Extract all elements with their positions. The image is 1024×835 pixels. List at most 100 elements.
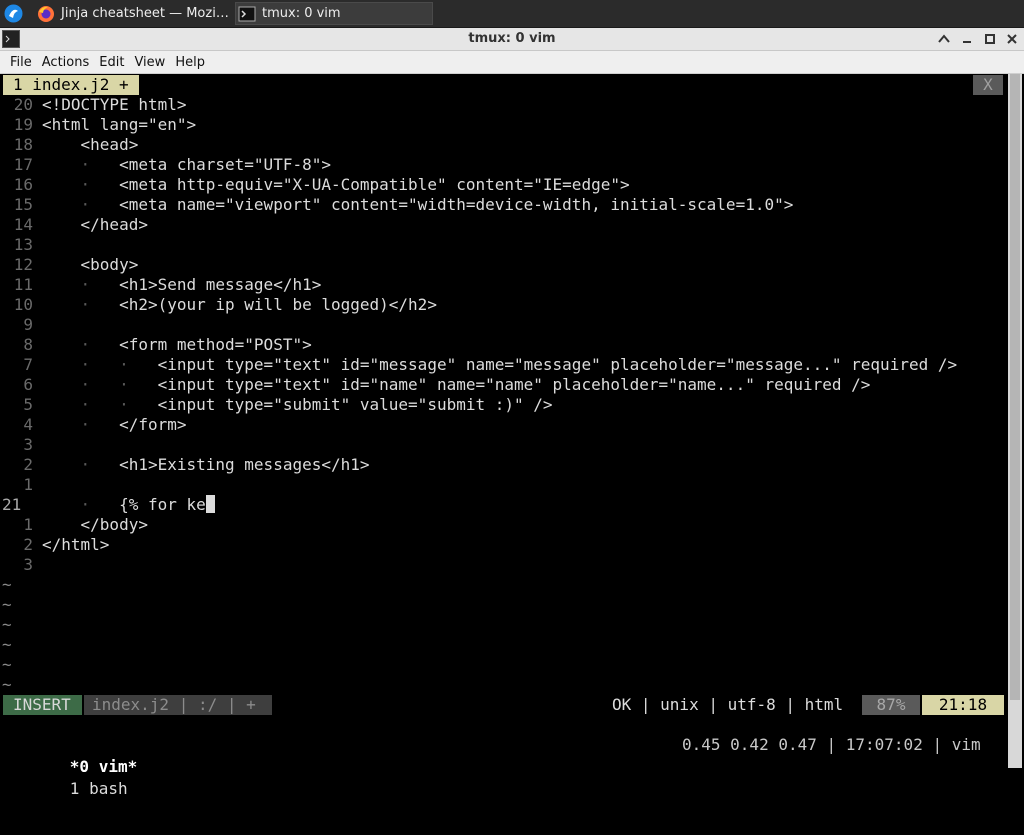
empty-buffer-line: ~ — [0, 635, 1008, 655]
code-line[interactable]: 16 · <meta http-equiv="X-UA-Compatible" … — [0, 175, 1008, 195]
terminal[interactable]: 1 index.j2 + X 20 <!DOCTYPE html> 19 <html … — [0, 74, 1024, 798]
line-content: </form> — [119, 415, 187, 434]
vim-file-info: index.j2 | :/ | + — [84, 695, 272, 715]
indent-guide: · — [42, 175, 120, 194]
line-content: <meta name="viewport" content="width=dev… — [119, 195, 794, 214]
indent-guide: · — [42, 295, 120, 314]
terminal-icon — [238, 5, 256, 23]
indent-guide: · · — [42, 375, 158, 394]
menu-help[interactable]: Help — [165, 55, 205, 70]
keep-above-button[interactable] — [935, 30, 953, 48]
line-number: 3 — [23, 555, 33, 574]
code-line[interactable]: 17 · <meta charset="UTF-8"> — [0, 155, 1008, 175]
line-content: <input type="text" id="message" name="me… — [157, 355, 958, 374]
line-number: 9 — [23, 315, 33, 334]
menu-view[interactable]: View — [124, 55, 165, 70]
line-number: 2 — [23, 535, 33, 554]
code-line[interactable]: 6 · · <input type="text" id="name" name=… — [0, 375, 1008, 395]
close-button[interactable] — [1003, 30, 1021, 48]
line-text: <head> — [42, 135, 139, 155]
code-line[interactable]: 2 </html> — [0, 535, 1008, 555]
empty-buffer-line: ~ — [0, 575, 1008, 595]
code-line[interactable]: 1 — [0, 475, 1008, 495]
window-title: tmux: 0 vim — [468, 31, 556, 46]
line-number: 11 — [13, 275, 33, 294]
tilde-marker: ~ — [2, 595, 12, 614]
code-line[interactable]: 2 · <h1>Existing messages</h1> — [0, 455, 1008, 475]
line-content: <meta charset="UTF-8"> — [119, 155, 331, 174]
code-line[interactable]: 12 <body> — [0, 255, 1008, 275]
code-line[interactable]: 4 · </form> — [0, 415, 1008, 435]
line-content: <input type="submit" value="submit :)" /… — [157, 395, 553, 414]
code-line[interactable]: 3 — [0, 555, 1008, 575]
code-line[interactable]: 21 · {% for ke — [0, 495, 1008, 515]
code-line[interactable]: 7 · · <input type="text" id="message" na… — [0, 355, 1008, 375]
vim-mode-indicator: INSERT — [3, 695, 82, 715]
line-text: · <meta http-equiv="X-UA-Compatible" con… — [42, 175, 630, 195]
code-line[interactable]: 14 </head> — [0, 215, 1008, 235]
code-line[interactable]: 8 · <form method="POST"> — [0, 335, 1008, 355]
line-content: <body> — [80, 255, 139, 274]
line-text: <!DOCTYPE html> — [42, 95, 187, 115]
code-line[interactable]: 20 <!DOCTYPE html> — [0, 95, 1008, 115]
firefox-icon — [37, 5, 55, 23]
indent-guide — [42, 255, 81, 274]
menu-actions[interactable]: Actions — [32, 55, 90, 70]
code-line[interactable]: 19 <html lang="en"> — [0, 115, 1008, 135]
code-line[interactable]: 3 — [0, 435, 1008, 455]
vim-buffer[interactable]: 20 <!DOCTYPE html> 19 <html lang="en"> 18 <h… — [0, 95, 1008, 695]
tilde-marker: ~ — [2, 675, 12, 694]
code-line[interactable]: 18 <head> — [0, 135, 1008, 155]
line-content: <html lang="en"> — [42, 115, 197, 134]
line-text: · <h1>Send message</h1> — [42, 275, 322, 295]
line-number: 20 — [13, 95, 33, 114]
line-number: 13 — [13, 235, 33, 254]
maximize-button[interactable] — [981, 30, 999, 48]
line-content: <h1>Existing messages</h1> — [119, 455, 370, 474]
line-content: <!DOCTYPE html> — [42, 95, 187, 114]
tmux-statusbar: *0 vim* 1 bash 0.45 0.42 0.47 | 17:07:02… — [0, 734, 1008, 798]
tmux-status-right: 0.45 0.42 0.47 | 17:07:02 | vim — [682, 735, 981, 754]
line-text: · <meta charset="UTF-8"> — [42, 155, 331, 175]
window-titlebar: tmux: 0 vim — [0, 28, 1024, 51]
vim-tab-active[interactable]: 1 index.j2 + — [3, 75, 139, 95]
line-number: 10 — [13, 295, 33, 314]
tmux-window[interactable]: 1 bash — [70, 779, 128, 798]
indent-guide — [42, 215, 81, 234]
code-line[interactable]: 1 </body> — [0, 515, 1008, 535]
line-number: 18 — [13, 135, 33, 154]
tmux-window-active[interactable]: *0 vim* — [70, 757, 137, 776]
indent-guide: · · — [42, 395, 158, 414]
indent-guide: · — [42, 455, 120, 474]
minimize-button[interactable] — [958, 30, 976, 48]
indent-guide: · — [42, 275, 120, 294]
line-number: 8 — [23, 335, 33, 354]
line-content: {% for ke — [119, 495, 206, 514]
code-line[interactable]: 10 · <h2>(your ip will be logged)</h2> — [0, 295, 1008, 315]
code-line[interactable]: 15 · <meta name="viewport" content="widt… — [0, 195, 1008, 215]
line-text: </body> — [42, 515, 148, 535]
indent-guide: · · — [42, 355, 158, 374]
code-line[interactable]: 11 · <h1>Send message</h1> — [0, 275, 1008, 295]
menu-edit[interactable]: Edit — [89, 55, 124, 70]
line-text: · · <input type="submit" value="submit :… — [42, 395, 553, 415]
indent-guide: · — [42, 495, 120, 514]
taskbar-task-firefox[interactable]: Jinja cheatsheet — Mozi… — [35, 2, 233, 25]
line-text: · </form> — [42, 415, 187, 435]
menu-file[interactable]: File — [0, 55, 32, 70]
code-line[interactable]: 5 · · <input type="submit" value="submit… — [0, 395, 1008, 415]
line-content: <h2>(your ip will be logged)</h2> — [119, 295, 437, 314]
line-text: </head> — [42, 215, 148, 235]
vim-tab-close[interactable]: X — [973, 75, 1003, 95]
line-number: 17 — [13, 155, 33, 174]
line-number: 5 — [23, 395, 33, 414]
scrollbar[interactable] — [1008, 74, 1022, 768]
code-line[interactable]: 13 — [0, 235, 1008, 255]
code-line[interactable]: 9 — [0, 315, 1008, 335]
start-menu-icon[interactable] — [3, 3, 24, 24]
taskbar-task-terminal[interactable]: tmux: 0 vim — [235, 2, 433, 25]
line-content: </html> — [42, 535, 110, 554]
scrollbar-thumb[interactable] — [1010, 74, 1020, 700]
vim-cursor-position: 21:18 — [922, 695, 1004, 715]
line-content: </head> — [80, 215, 148, 234]
